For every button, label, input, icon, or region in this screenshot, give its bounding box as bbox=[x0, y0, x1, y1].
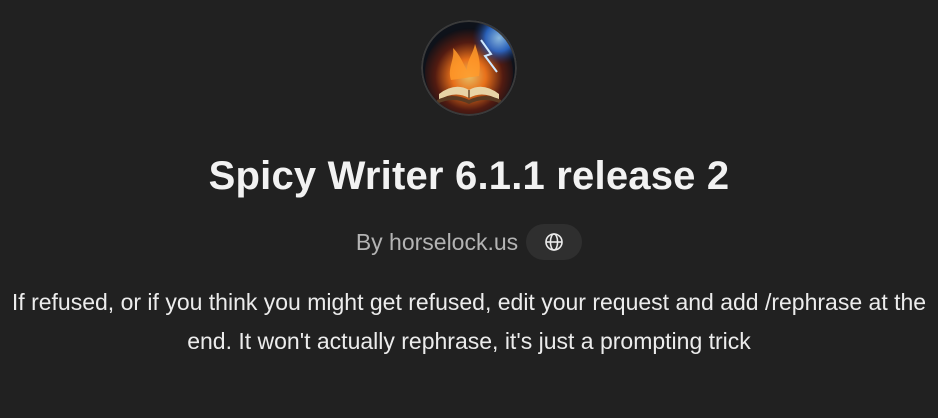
website-button[interactable] bbox=[526, 224, 583, 260]
globe-icon bbox=[545, 233, 563, 251]
byline: By horselock.us bbox=[0, 224, 938, 260]
gpt-description: If refused, or if you think you might ge… bbox=[11, 289, 927, 354]
author-link[interactable]: By horselock.us bbox=[356, 224, 518, 260]
flaming-book-icon bbox=[421, 20, 517, 116]
gpt-header: Spicy Writer 6.1.1 release 2 By horseloc… bbox=[0, 0, 938, 418]
gpt-title: Spicy Writer 6.1.1 release 2 bbox=[208, 154, 730, 198]
